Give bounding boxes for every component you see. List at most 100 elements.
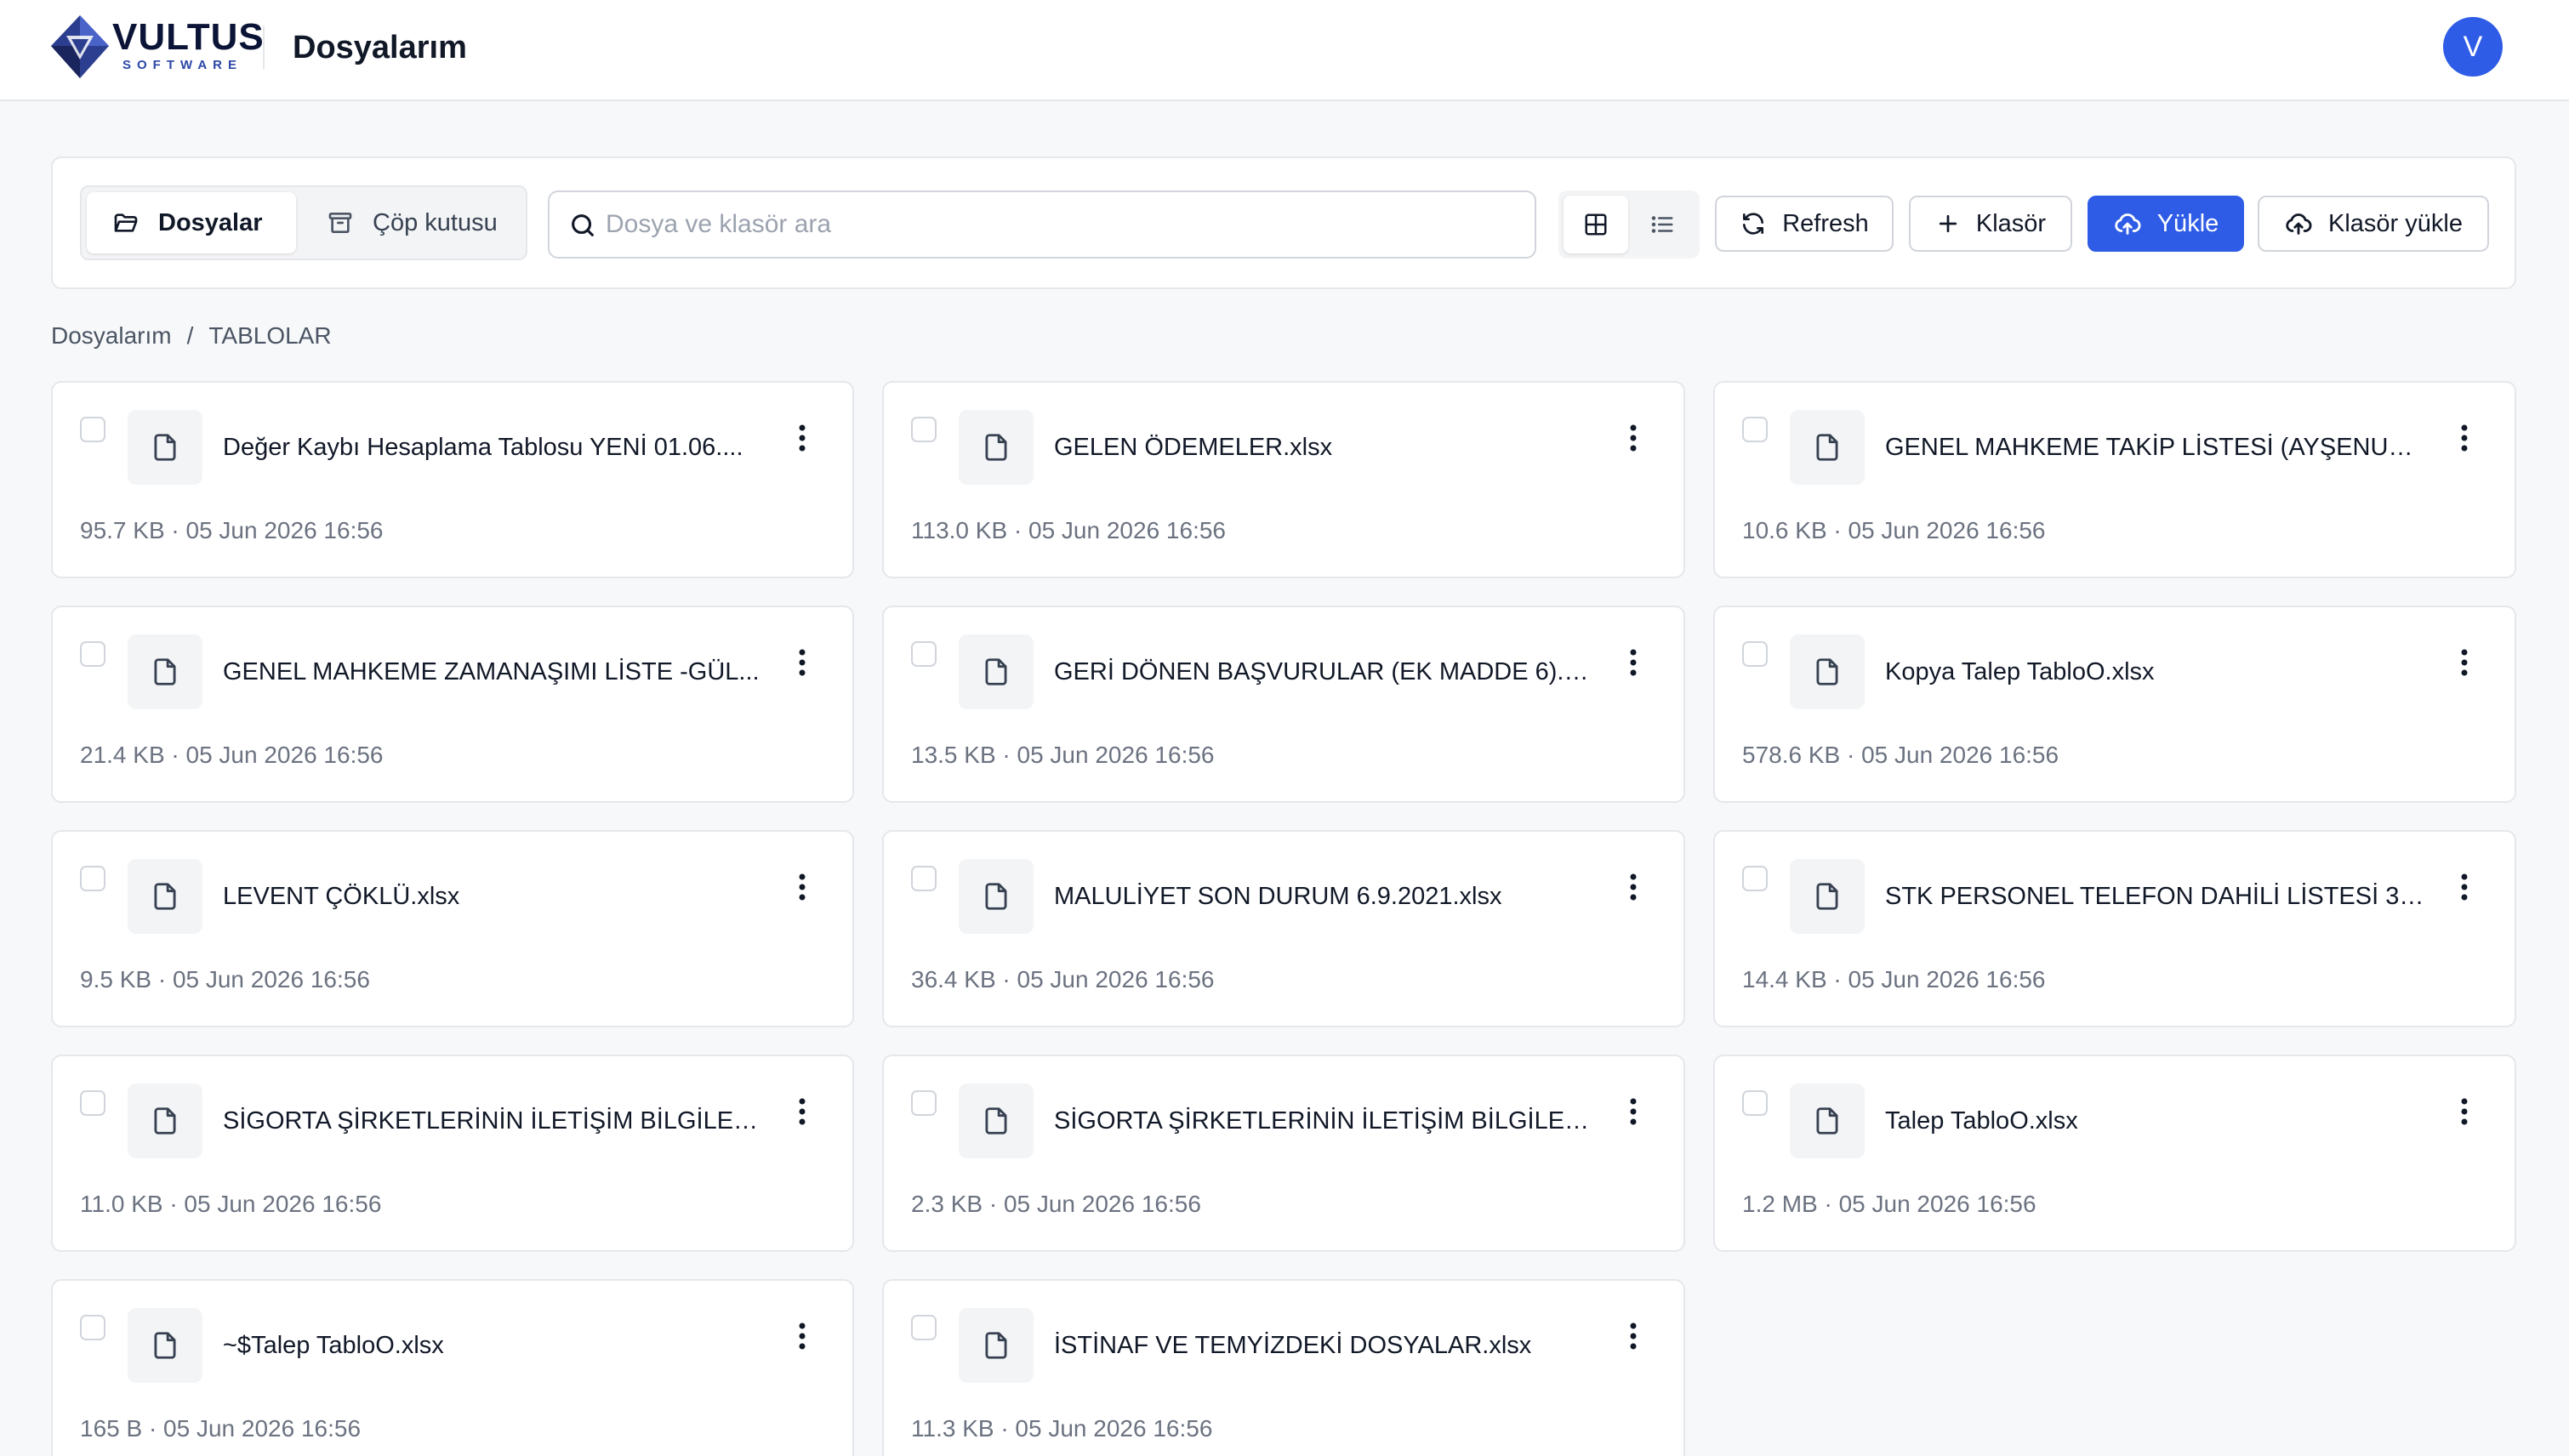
archive-icon — [328, 213, 352, 233]
file-menu-button[interactable] — [2443, 417, 2486, 459]
more-vertical-icon — [1630, 1322, 1637, 1350]
more-vertical-icon — [2461, 1098, 2468, 1125]
file-meta: 11.3 KB · 05 Jun 2026 16:56 — [911, 1415, 1213, 1442]
folder-open-icon — [114, 213, 138, 232]
list-view-button[interactable] — [1630, 196, 1695, 253]
file-card[interactable]: MALULİYET SON DURUM 6.9.2021.xlsx 36.4 K… — [882, 830, 1685, 1027]
file-card[interactable]: SİGORTA ŞİRKETLERİNİN İLETİŞİM BİLGİLERİ… — [51, 1055, 854, 1252]
file-menu-button[interactable] — [1612, 1315, 1655, 1357]
breadcrumb: Dosyalarım / TABLOLAR — [51, 321, 332, 350]
upload-button[interactable]: Yükle — [2088, 196, 2244, 252]
file-menu-button[interactable] — [1612, 866, 1655, 908]
more-vertical-icon — [1630, 649, 1637, 676]
more-vertical-icon — [1630, 424, 1637, 452]
file-card[interactable]: Kopya Talep TabloO.xlsx 578.6 KB · 05 Ju… — [1713, 606, 2516, 803]
user-avatar[interactable]: V — [2443, 17, 2503, 77]
file-card[interactable]: GELEN ÖDEMELER.xlsx 113.0 KB · 05 Jun 20… — [882, 381, 1685, 578]
file-card[interactable]: GENEL MAHKEME ZAMANAŞIMI LİSTE -GÜL... 2… — [51, 606, 854, 803]
file-meta: 1.2 MB · 05 Jun 2026 16:56 — [1742, 1191, 2036, 1217]
file-menu-button[interactable] — [1612, 1090, 1655, 1133]
logo-text: VULTUS — [112, 16, 265, 58]
file-checkbox[interactable] — [1742, 641, 1768, 667]
file-menu-button[interactable] — [1612, 641, 1655, 684]
file-icon-wrapper — [128, 410, 202, 485]
file-icon — [985, 883, 1007, 910]
file-checkbox[interactable] — [1742, 866, 1768, 891]
file-icon-wrapper — [1790, 859, 1865, 934]
upload-folder-button[interactable]: Klasör yükle — [2258, 196, 2489, 252]
file-menu-button[interactable] — [781, 1090, 823, 1133]
file-icon-wrapper — [1790, 634, 1865, 709]
file-menu-button[interactable] — [2443, 866, 2486, 908]
more-vertical-icon — [799, 873, 806, 901]
file-meta: 14.4 KB · 05 Jun 2026 16:56 — [1742, 966, 2046, 992]
file-icon-wrapper — [1790, 1083, 1865, 1158]
file-icon — [154, 1332, 176, 1359]
file-card[interactable]: İSTİNAF VE TEMYİZDEKİ DOSYALAR.xlsx 11.3… — [882, 1279, 1685, 1456]
file-checkbox[interactable] — [80, 641, 105, 667]
file-checkbox[interactable] — [80, 866, 105, 891]
file-card[interactable]: SİGORTA ŞİRKETLERİNİN İLETİŞİM BİLGİLERİ… — [882, 1055, 1685, 1252]
cloud-upload-icon — [2286, 213, 2312, 235]
file-checkbox[interactable] — [1742, 417, 1768, 442]
grid-view-icon — [1585, 213, 1607, 236]
file-checkbox[interactable] — [911, 1315, 937, 1340]
file-checkbox[interactable] — [911, 866, 937, 891]
more-vertical-icon — [2461, 873, 2468, 901]
file-checkbox[interactable] — [80, 1090, 105, 1116]
file-toolbar: Dosyalar Çöp kutusu Dosya ve klasör ara … — [51, 156, 2516, 289]
file-meta: 11.0 KB · 05 Jun 2026 16:56 — [80, 1191, 382, 1217]
upload-label: Yükle — [2156, 209, 2219, 237]
file-menu-button[interactable] — [781, 1315, 823, 1357]
file-checkbox[interactable] — [911, 641, 937, 667]
file-name: SİGORTA ŞİRKETLERİNİN İLETİŞİM BİLGİLERİ… — [223, 1107, 767, 1135]
file-menu-button[interactable] — [2443, 641, 2486, 684]
file-icon-wrapper — [959, 1083, 1034, 1158]
file-icon-wrapper — [128, 859, 202, 934]
file-grid: Değer Kaybı Hesaplama Tablosu YENİ 01.06… — [51, 381, 2516, 1456]
file-card[interactable]: Talep TabloO.xlsx 1.2 MB · 05 Jun 2026 1… — [1713, 1055, 2516, 1252]
file-icon — [985, 1332, 1007, 1359]
file-card[interactable]: STK PERSONEL TELEFON DAHİLİ LİSTESİ 3.x.… — [1713, 830, 2516, 1027]
file-checkbox[interactable] — [80, 1315, 105, 1340]
file-card[interactable]: GERİ DÖNEN BAŞVURULAR (EK MADDE 6).xl...… — [882, 606, 1685, 803]
search-input[interactable] — [606, 201, 1516, 248]
file-name: GERİ DÖNEN BAŞVURULAR (EK MADDE 6).xl... — [1054, 658, 1598, 685]
file-name: İSTİNAF VE TEMYİZDEKİ DOSYALAR.xlsx — [1054, 1332, 1532, 1359]
tab-cop-kutusu[interactable]: Çöp kutusu — [301, 192, 521, 253]
breadcrumb-current: TABLOLAR — [208, 322, 332, 349]
more-vertical-icon — [1630, 873, 1637, 901]
file-menu-button[interactable] — [781, 417, 823, 459]
tab-dosyalar[interactable]: Dosyalar — [87, 192, 296, 253]
file-checkbox[interactable] — [80, 417, 105, 442]
new-folder-label: Klasör — [1975, 209, 2047, 237]
file-meta: 36.4 KB · 05 Jun 2026 16:56 — [911, 966, 1215, 992]
file-name: Kopya Talep TabloO.xlsx — [1885, 658, 2155, 685]
file-icon-wrapper — [128, 1308, 202, 1383]
new-folder-button[interactable]: Klasör — [1909, 196, 2072, 252]
file-icon-wrapper — [959, 410, 1034, 485]
file-name: GELEN ÖDEMELER.xlsx — [1054, 434, 1333, 461]
file-checkbox[interactable] — [1742, 1090, 1768, 1116]
file-card[interactable]: ~$Talep TabloO.xlsx 165 B · 05 Jun 2026 … — [51, 1279, 854, 1456]
file-checkbox[interactable] — [911, 1090, 937, 1116]
file-name: Talep TabloO.xlsx — [1885, 1107, 2078, 1135]
grid-view-button[interactable] — [1564, 196, 1628, 253]
file-card[interactable]: Değer Kaybı Hesaplama Tablosu YENİ 01.06… — [51, 381, 854, 578]
file-card[interactable]: GENEL MAHKEME TAKİP LİSTESİ (AYŞENUR)...… — [1713, 381, 2516, 578]
file-menu-button[interactable] — [2443, 1090, 2486, 1133]
file-icon — [1816, 883, 1838, 910]
file-checkbox[interactable] — [911, 417, 937, 442]
vultus-logo[interactable]: VULTUS SOFTWARE — [49, 12, 264, 82]
file-icon — [154, 434, 176, 461]
file-menu-button[interactable] — [781, 866, 823, 908]
view-mode-toggle — [1558, 191, 1700, 259]
file-menu-button[interactable] — [781, 641, 823, 684]
file-menu-button[interactable] — [1612, 417, 1655, 459]
breadcrumb-root[interactable]: Dosyalarım — [51, 321, 172, 350]
app-header: VULTUS SOFTWARE Dosyalarım V — [0, 0, 2569, 101]
tab-dosyalar-label: Dosyalar — [158, 208, 263, 236]
file-name: STK PERSONEL TELEFON DAHİLİ LİSTESİ 3.x.… — [1885, 883, 2429, 910]
refresh-button[interactable]: Refresh — [1715, 196, 1894, 252]
file-card[interactable]: LEVENT ÇÖKLÜ.xlsx 9.5 KB · 05 Jun 2026 1… — [51, 830, 854, 1027]
